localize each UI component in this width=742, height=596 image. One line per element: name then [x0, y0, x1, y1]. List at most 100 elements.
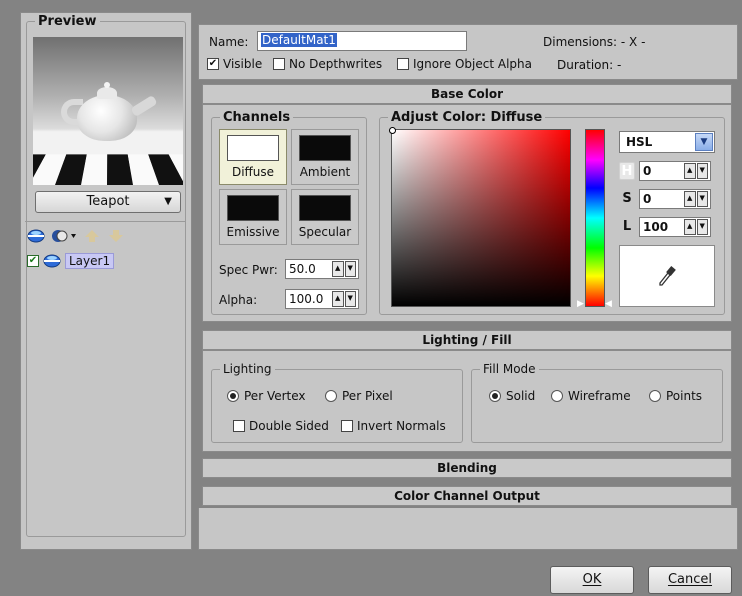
material-name-input[interactable]: DefaultMat1 — [257, 31, 467, 51]
per-vertex-radio[interactable] — [227, 390, 239, 402]
invert-normals-checkbox[interactable] — [341, 420, 353, 432]
dimensions-readout: Dimensions: - X - — [543, 35, 646, 49]
double-sided-label: Double Sided — [249, 419, 329, 433]
points-option[interactable]: Points — [649, 389, 702, 403]
channel-specular[interactable]: Specular — [291, 189, 359, 245]
material-preview-viewport[interactable] — [33, 37, 183, 185]
radio-selected-dot — [492, 393, 498, 399]
h-label[interactable]: H — [619, 162, 635, 180]
wireframe-radio[interactable] — [551, 390, 563, 402]
add-layer-icon[interactable] — [27, 229, 45, 243]
ok-button[interactable]: OK — [550, 566, 634, 594]
no-depthwrites-label: No Depthwrites — [289, 57, 383, 71]
s-value[interactable]: 0 — [640, 192, 684, 206]
channel-emissive[interactable]: Emissive — [219, 189, 287, 245]
spin-up-icon[interactable]: ▲ — [332, 291, 344, 307]
spec-pwr-arrows[interactable]: ▲ ▼ — [332, 261, 356, 277]
spin-down-icon[interactable]: ▼ — [696, 219, 708, 235]
double-sided-option[interactable]: Double Sided — [233, 419, 329, 433]
alpha-arrows[interactable]: ▲ ▼ — [332, 291, 356, 307]
points-label: Points — [666, 389, 703, 403]
channel-ambient[interactable]: Ambient — [291, 129, 359, 185]
spin-down-icon[interactable]: ▼ — [344, 261, 356, 277]
ignore-alpha-option[interactable]: Ignore Object Alpha — [397, 57, 532, 71]
diffuse-label: Diffuse — [231, 165, 275, 179]
per-pixel-option[interactable]: Per Pixel — [325, 389, 393, 403]
layer-toolbar — [27, 227, 125, 245]
eyedropper-icon[interactable] — [657, 264, 677, 289]
l-label[interactable]: L — [619, 218, 635, 236]
duration-readout: Duration: - — [557, 58, 622, 72]
lighting-fill-title: Lighting / Fill — [422, 333, 512, 347]
ignore-alpha-checkbox[interactable] — [397, 58, 409, 70]
preview-model-dropdown[interactable]: Teapot ▼ — [35, 191, 181, 213]
cancel-button[interactable]: Cancel — [648, 566, 732, 594]
blending-section-header[interactable]: Blending — [202, 458, 732, 478]
invert-normals-label: Invert Normals — [357, 419, 446, 433]
picker-cursor[interactable] — [389, 127, 396, 134]
spin-up-icon[interactable]: ▲ — [684, 219, 696, 235]
s-arrows[interactable]: ▲ ▼ — [684, 191, 708, 207]
alpha-spinner[interactable]: 100.0 ▲ ▼ — [285, 289, 359, 309]
spin-up-icon[interactable]: ▲ — [332, 261, 344, 277]
spec-pwr-spinner[interactable]: 50.0 ▲ ▼ — [285, 259, 359, 279]
hue-marker-left-icon[interactable]: ▶ — [577, 299, 584, 309]
visible-label: Visible — [223, 57, 263, 71]
chevron-down-icon[interactable]: ▼ — [695, 133, 713, 151]
move-layer-down-icon[interactable] — [107, 229, 125, 243]
s-spinner[interactable]: 0 ▲ ▼ — [639, 189, 711, 209]
emissive-label: Emissive — [226, 225, 280, 239]
invert-normals-option[interactable]: Invert Normals — [341, 419, 446, 433]
no-depthwrites-checkbox[interactable] — [273, 58, 285, 70]
preview-title: Preview — [35, 14, 100, 29]
l-spinner[interactable]: 100 ▲ ▼ — [639, 217, 711, 237]
h-arrows[interactable]: ▲ ▼ — [684, 163, 708, 179]
fill-mode-group-title: Fill Mode — [480, 362, 539, 376]
hue-slider[interactable] — [585, 129, 605, 307]
saturation-lightness-picker[interactable] — [389, 127, 571, 307]
layer-name[interactable]: Layer1 — [65, 253, 115, 269]
wireframe-label: Wireframe — [568, 389, 631, 403]
dropdown-arrow-icon: ▼ — [164, 196, 172, 207]
spin-up-icon[interactable]: ▲ — [684, 163, 696, 179]
layer-row[interactable]: ✔ Layer1 — [27, 253, 115, 269]
color-output-section-header[interactable]: Color Channel Output — [202, 486, 732, 506]
alpha-value[interactable]: 100.0 — [286, 292, 332, 306]
solid-option[interactable]: Solid — [489, 389, 535, 403]
blending-title: Blending — [437, 461, 497, 475]
visible-checkbox[interactable]: ✔ — [207, 58, 219, 70]
spin-down-icon[interactable]: ▼ — [696, 191, 708, 207]
points-radio[interactable] — [649, 390, 661, 402]
spin-up-icon[interactable]: ▲ — [684, 191, 696, 207]
wireframe-option[interactable]: Wireframe — [551, 389, 631, 403]
spin-down-icon[interactable]: ▼ — [344, 291, 356, 307]
l-arrows[interactable]: ▲ ▼ — [684, 219, 708, 235]
alpha-label: Alpha: — [219, 293, 258, 307]
per-pixel-radio[interactable] — [325, 390, 337, 402]
toolbar-divider — [25, 221, 185, 222]
solid-label: Solid — [506, 389, 536, 403]
lighting-fill-section-header[interactable]: Lighting / Fill — [202, 330, 732, 350]
spec-pwr-value[interactable]: 50.0 — [286, 262, 332, 276]
hue-marker-right-icon[interactable]: ◀ — [605, 299, 612, 309]
layer-visible-checkbox[interactable]: ✔ — [27, 255, 39, 267]
spin-down-icon[interactable]: ▼ — [696, 163, 708, 179]
visible-option[interactable]: ✔ Visible — [207, 57, 262, 71]
channel-diffuse[interactable]: Diffuse — [219, 129, 287, 185]
ambient-swatch — [299, 135, 351, 161]
h-spinner[interactable]: 0 ▲ ▼ — [639, 161, 711, 181]
name-label: Name: — [209, 35, 249, 49]
no-depthwrites-option[interactable]: No Depthwrites — [273, 57, 382, 71]
l-value[interactable]: 100 — [640, 220, 684, 234]
s-label[interactable]: S — [619, 190, 635, 208]
teapot-spout — [130, 94, 158, 118]
color-output-title: Color Channel Output — [394, 489, 540, 503]
move-layer-up-icon[interactable] — [83, 229, 101, 243]
h-value[interactable]: 0 — [640, 164, 684, 178]
per-vertex-option[interactable]: Per Vertex — [227, 389, 306, 403]
base-color-section-header[interactable]: Base Color — [202, 84, 732, 104]
solid-radio[interactable] — [489, 390, 501, 402]
layer-mode-icon[interactable] — [51, 229, 77, 243]
double-sided-checkbox[interactable] — [233, 420, 245, 432]
color-model-select[interactable]: HSL ▼ — [619, 131, 715, 153]
